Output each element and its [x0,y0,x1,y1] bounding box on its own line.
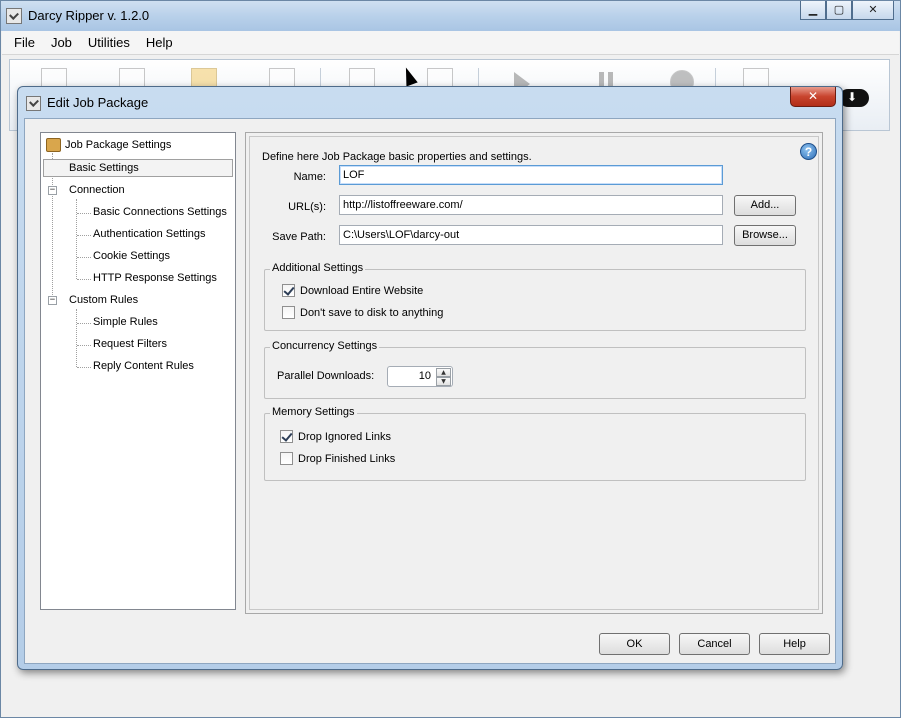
app-logo-icon [6,8,22,24]
tree-guide-line [77,235,91,236]
memory-settings-title: Memory Settings [270,406,357,418]
spinner-up-icon[interactable]: ▲ [436,368,451,377]
parallel-downloads-value: 10 [418,370,431,382]
download-entire-website-checkbox[interactable] [282,284,295,297]
basic-settings-inner: ? Define here Job Package basic properti… [249,136,819,610]
window-title: Darcy Ripper v. 1.2.0 [28,8,150,23]
menu-utilities[interactable]: Utilities [80,31,138,54]
add-url-button[interactable]: Add... [734,195,796,216]
tree-guide-line [77,323,91,324]
save-path-input[interactable] [339,225,723,245]
tree-item-request-filters[interactable]: Request Filters [93,334,167,354]
help-button[interactable]: Help [759,633,830,655]
tree-item-connection[interactable]: Connection [69,180,125,200]
close-button[interactable]: ✕ [852,1,894,20]
tree-guide-line [77,345,91,346]
download-entire-website-label: Download Entire Website [300,284,424,297]
tree-root-job-package-settings[interactable]: Job Package Settings [65,135,171,155]
main-titlebar[interactable]: Darcy Ripper v. 1.2.0 ▁ ▢ ✕ [1,1,900,31]
tree-guide-line [76,309,77,367]
dialog-titlebar[interactable]: Edit Job Package ✕ [18,87,842,117]
tree-item-reply-content-rules[interactable]: Reply Content Rules [93,356,194,376]
minimize-button[interactable]: ▁ [800,1,826,20]
parallel-downloads-label: Parallel Downloads: [277,370,375,382]
tree-guide-line [76,199,77,279]
menu-file[interactable]: File [6,31,43,54]
ok-button[interactable]: OK [599,633,670,655]
drop-finished-links-row[interactable]: Drop Finished Links [280,452,395,465]
dont-save-label: Don't save to disk to anything [300,306,444,319]
parallel-downloads-spinner[interactable]: 10 ▲ ▼ [387,366,453,387]
dialog-body: Job Package Settings Basic Settings − Co… [24,118,836,664]
drop-finished-links-label: Drop Finished Links [298,452,396,465]
menubar: File Job Utilities Help [2,31,899,55]
tree-item-custom-rules[interactable]: Custom Rules [69,290,138,310]
memory-settings-group: Memory Settings Drop Ignored Links Drop … [264,406,806,481]
tree-guide-line [77,213,91,214]
url-label: URL(s): [288,201,326,213]
drop-ignored-links-row[interactable]: Drop Ignored Links [280,430,391,443]
dialog-logo-icon [26,96,41,111]
dont-save-row[interactable]: Don't save to disk to anything [282,306,443,319]
concurrency-settings-title: Concurrency Settings [270,340,380,352]
edit-job-package-dialog: Edit Job Package ✕ Job Package Settings … [17,86,843,670]
name-label: Name: [293,171,326,183]
menu-help[interactable]: Help [138,31,181,54]
tree-item-cookie-settings[interactable]: Cookie Settings [93,246,170,266]
tree-item-authentication-settings[interactable]: Authentication Settings [93,224,206,244]
spinner-down-icon[interactable]: ▼ [436,377,451,386]
drop-ignored-links-label: Drop Ignored Links [298,430,391,443]
dont-save-checkbox[interactable] [282,306,295,319]
window-controls: ▁ ▢ ✕ [800,1,894,20]
collapse-custom-rules-icon[interactable]: − [48,296,57,305]
save-path-label: Save Path: [272,231,326,243]
additional-settings-group: Additional Settings Download Entire Webs… [264,262,806,331]
basic-settings-panel: ? Define here Job Package basic properti… [245,132,823,614]
panel-description: Define here Job Package basic properties… [262,151,532,163]
maximize-button[interactable]: ▢ [826,1,852,20]
collapse-connection-icon[interactable]: − [48,186,57,195]
settings-tree: Job Package Settings Basic Settings − Co… [40,132,236,610]
dialog-close-button[interactable]: ✕ [790,87,836,107]
download-entire-website-row[interactable]: Download Entire Website [282,284,423,297]
concurrency-settings-group: Concurrency Settings Parallel Downloads:… [264,340,806,399]
tree-guide-line [77,367,91,368]
tree-item-http-response-settings[interactable]: HTTP Response Settings [93,268,217,288]
menu-job[interactable]: Job [43,31,80,54]
url-input[interactable] [339,195,723,215]
drop-ignored-links-checkbox[interactable] [280,430,293,443]
drop-finished-links-checkbox[interactable] [280,452,293,465]
additional-settings-title: Additional Settings [270,262,366,274]
help-icon[interactable]: ? [800,143,817,160]
cloud-download-icon[interactable] [839,89,869,107]
browse-button[interactable]: Browse... [734,225,796,246]
name-input[interactable] [339,165,723,185]
cancel-button[interactable]: Cancel [679,633,750,655]
tree-item-basic-settings[interactable]: Basic Settings [43,159,233,177]
tree-guide-line [77,257,91,258]
dialog-title: Edit Job Package [47,95,149,110]
tree-guide-line [77,279,91,280]
tree-item-basic-connections-settings[interactable]: Basic Connections Settings [93,202,227,222]
tree-item-simple-rules[interactable]: Simple Rules [93,312,158,332]
package-icon [46,138,61,152]
